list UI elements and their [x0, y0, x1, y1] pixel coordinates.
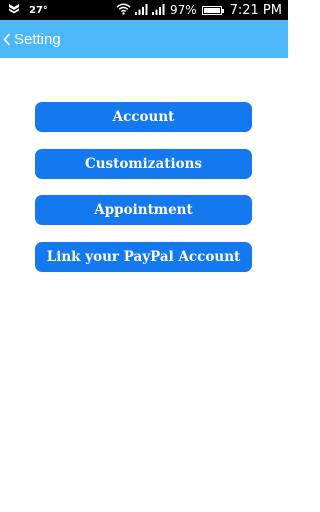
- temperature-text: 27°: [29, 4, 48, 16]
- account-button[interactable]: Account: [35, 102, 252, 132]
- signal-icon: [134, 3, 148, 18]
- battery-level-fill: [203, 7, 220, 13]
- battery-percent-text: 97%: [169, 3, 197, 17]
- wifi-icon: [116, 3, 131, 18]
- link-paypal-button[interactable]: Link your PayPal Account: [35, 241, 252, 272]
- signal-icon-2: [151, 3, 165, 18]
- status-bar: 27° 97% 7:21 PM: [0, 0, 288, 20]
- notification-icon: [8, 3, 20, 17]
- back-button[interactable]: Setting: [0, 20, 61, 58]
- page-title: Setting: [14, 30, 61, 48]
- status-bar-right: 97% 7:21 PM: [116, 2, 282, 18]
- chevron-left-icon: [3, 32, 11, 46]
- clock-text: 7:21 PM: [229, 2, 282, 18]
- appointment-button[interactable]: Appointment: [35, 195, 252, 225]
- battery-icon: [201, 5, 224, 15]
- status-bar-left: 27°: [8, 3, 48, 17]
- app-bar: Setting: [0, 20, 288, 58]
- settings-menu: Account Customizations Appointment Link …: [35, 102, 252, 288]
- customizations-button[interactable]: Customizations: [35, 148, 252, 179]
